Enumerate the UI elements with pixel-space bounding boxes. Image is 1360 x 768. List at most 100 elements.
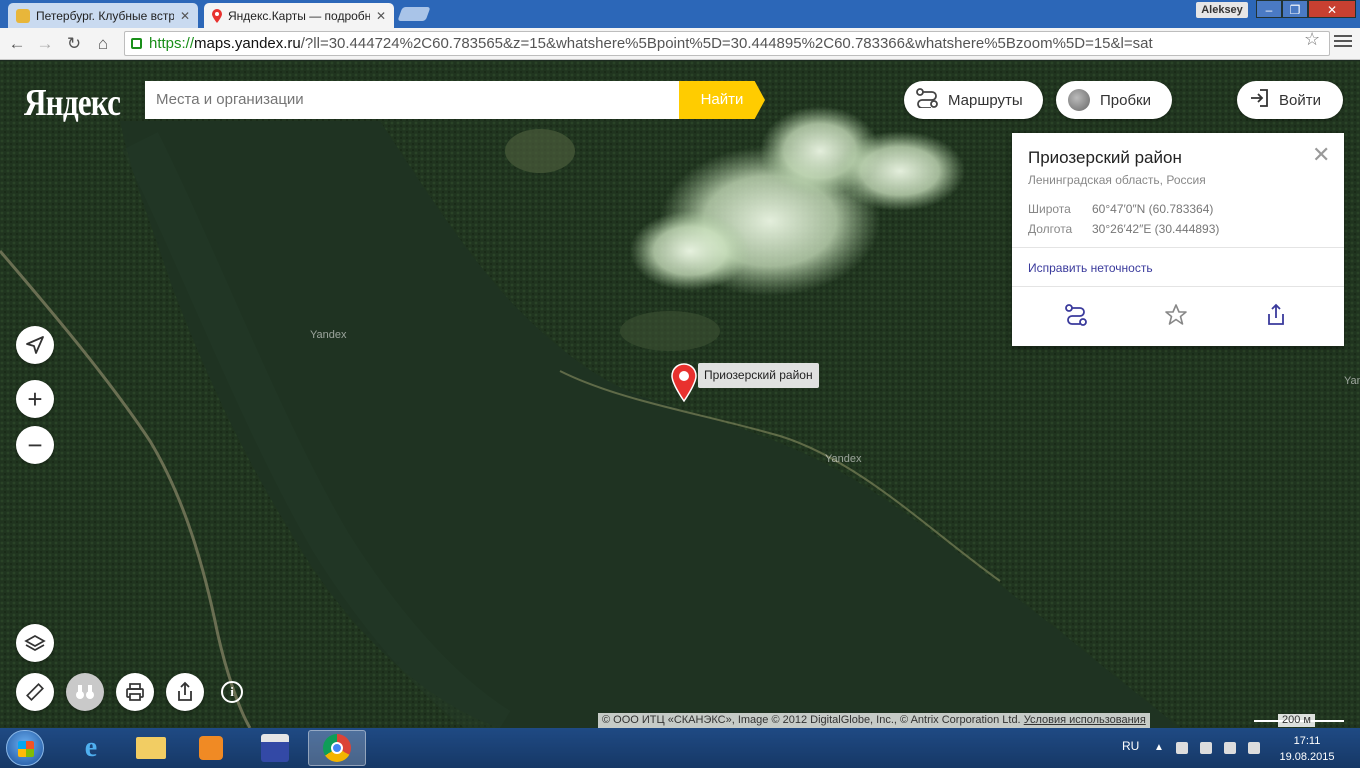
traffic-button[interactable]: Пробки — [1056, 81, 1172, 119]
forward-arrow-icon[interactable]: → — [34, 33, 56, 55]
star-icon[interactable] — [1164, 303, 1188, 327]
route-icon[interactable] — [1064, 303, 1088, 327]
taskbar-chrome[interactable] — [308, 730, 366, 766]
close-window-button[interactable]: ✕ — [1308, 0, 1356, 18]
layers-icon — [24, 635, 46, 651]
longitude-label: Долгота — [1028, 222, 1073, 236]
search-button[interactable]: Найти — [679, 81, 765, 119]
yandex-watermark: Yandex — [310, 329, 347, 341]
login-icon — [1249, 88, 1269, 112]
panel-title: Приозерский район — [1028, 148, 1182, 167]
location-pin-icon[interactable] — [670, 363, 698, 408]
longitude-row: Долгота 30°26′42″E (30.444893) — [1028, 222, 1219, 236]
favicon-icon — [16, 8, 30, 23]
floppy-disk-icon — [261, 734, 289, 762]
ruler-button[interactable] — [16, 673, 54, 711]
yandex-watermark: Yan — [1344, 375, 1360, 387]
yandex-logo[interactable]: Яндекс — [24, 81, 121, 125]
action-center-icon[interactable] — [1176, 742, 1188, 754]
url-scheme: https:// — [149, 35, 195, 52]
home-icon[interactable]: ⌂ — [92, 33, 114, 55]
whats-here-panel: Приозерский район Ленинградская область,… — [1012, 133, 1344, 346]
search-input[interactable] — [145, 81, 679, 119]
windows-taskbar: e RU ▲ 17:11 19.08.2015 — [0, 728, 1360, 768]
route-icon — [916, 88, 938, 112]
panorama-button[interactable] — [66, 673, 104, 711]
address-bar[interactable]: https://maps.yandex.ru/?ll=30.444724%2C6… — [124, 31, 1330, 56]
share-button[interactable] — [166, 673, 204, 711]
browser-toolbar: ← → ↻ ⌂ https://maps.yandex.ru/?ll=30.44… — [0, 28, 1360, 60]
chrome-icon — [323, 734, 351, 762]
clock-time: 17:11 — [1293, 735, 1321, 747]
scale-ruler: 200 м — [1254, 714, 1344, 727]
location-arrow-icon — [26, 336, 44, 354]
tab-yandex-maps[interactable]: Яндекс.Карты — подробн ✕ — [204, 3, 394, 28]
back-arrow-icon[interactable]: ← — [6, 33, 28, 55]
maximize-button[interactable]: ❐ — [1282, 0, 1308, 18]
url-path: /?ll=30.444724%2C60.783565&z=15&whatsher… — [300, 35, 1153, 52]
pin-label[interactable]: Приозерский район — [698, 363, 819, 388]
device-icon[interactable] — [1200, 742, 1212, 754]
bookmark-star-icon[interactable]: ☆ — [1304, 29, 1320, 50]
language-indicator[interactable]: RU — [1122, 739, 1139, 753]
network-icon[interactable] — [1224, 742, 1236, 754]
tab-close-icon[interactable]: ✕ — [376, 9, 386, 23]
internet-explorer-icon: e — [84, 732, 98, 763]
copyright-bar: © ООО ИТЦ «СКАНЭКС», Image © 2012 Digita… — [598, 713, 1150, 728]
divider — [1012, 286, 1344, 287]
taskbar-internet-explorer[interactable]: e — [62, 730, 120, 766]
start-button[interactable] — [6, 730, 44, 766]
routes-button[interactable]: Маршруты — [904, 81, 1043, 119]
minimize-button[interactable]: – — [1256, 0, 1282, 18]
system-clock[interactable]: 17:11 19.08.2015 — [1276, 733, 1338, 765]
yandex-watermark: Yandex — [825, 453, 862, 465]
geolocation-button[interactable] — [16, 326, 54, 364]
print-button[interactable] — [116, 673, 154, 711]
divider — [1012, 247, 1344, 248]
tab-close-icon[interactable]: ✕ — [180, 9, 190, 23]
share-icon — [178, 681, 192, 701]
browser-titlebar: Петербург. Клубные встр ✕ Яндекс.Карты —… — [0, 0, 1360, 28]
terms-of-use-link[interactable]: Условия использования — [1024, 714, 1146, 726]
info-icon[interactable]: i — [221, 681, 243, 703]
latitude-row: Широта 60°47′0″N (60.783364) — [1028, 202, 1213, 216]
binoculars-icon — [76, 685, 94, 699]
taskbar-explorer[interactable] — [122, 730, 180, 766]
chrome-menu-icon[interactable] — [1334, 32, 1352, 48]
map-pin-favicon-icon — [212, 8, 222, 23]
media-player-icon — [199, 736, 223, 760]
routes-label: Маршруты — [948, 91, 1023, 109]
share-icon[interactable] — [1264, 303, 1288, 327]
login-button[interactable]: Войти — [1237, 81, 1343, 119]
tab-title: Петербург. Клубные встр — [36, 8, 174, 23]
lock-icon — [131, 38, 142, 49]
profile-user-label[interactable]: Aleksey — [1196, 2, 1248, 18]
plus-icon: + — [27, 383, 43, 414]
copyright-text: © ООО ИТЦ «СКАНЭКС», Image © 2012 Digita… — [602, 714, 1021, 726]
tab-title: Яндекс.Карты — подробн — [228, 8, 370, 23]
folder-icon — [136, 737, 166, 759]
fix-inaccuracy-link[interactable]: Исправить неточность — [1028, 261, 1153, 275]
traffic-light-icon — [1068, 89, 1090, 111]
taskbar-save-app[interactable] — [246, 730, 304, 766]
latitude-value: 60°47′0″N (60.783364) — [1092, 202, 1214, 216]
layers-button[interactable] — [16, 624, 54, 662]
login-label: Войти — [1279, 91, 1321, 109]
new-tab-button[interactable] — [397, 7, 431, 21]
longitude-value: 30°26′42″E (30.444893) — [1092, 222, 1220, 236]
printer-icon — [126, 683, 144, 701]
minus-icon: − — [27, 429, 43, 460]
tab-petersburg[interactable]: Петербург. Клубные встр ✕ — [8, 3, 198, 28]
zoom-out-button[interactable]: − — [16, 426, 54, 464]
windows-logo-icon — [18, 741, 34, 757]
zoom-in-button[interactable]: + — [16, 380, 54, 418]
taskbar-media-player[interactable] — [182, 730, 240, 766]
close-icon[interactable]: ✕ — [1312, 142, 1330, 168]
reload-icon[interactable]: ↻ — [63, 33, 85, 55]
clock-date: 19.08.2015 — [1279, 751, 1335, 763]
map-viewport[interactable]: Яндекс Найти Маршруты Пробки Войти Yande… — [0, 61, 1360, 728]
panel-subtitle: Ленинградская область, Россия — [1028, 173, 1206, 187]
show-hidden-icons-icon[interactable]: ▲ — [1154, 742, 1166, 754]
volume-icon[interactable] — [1248, 742, 1260, 754]
traffic-label: Пробки — [1100, 91, 1151, 109]
